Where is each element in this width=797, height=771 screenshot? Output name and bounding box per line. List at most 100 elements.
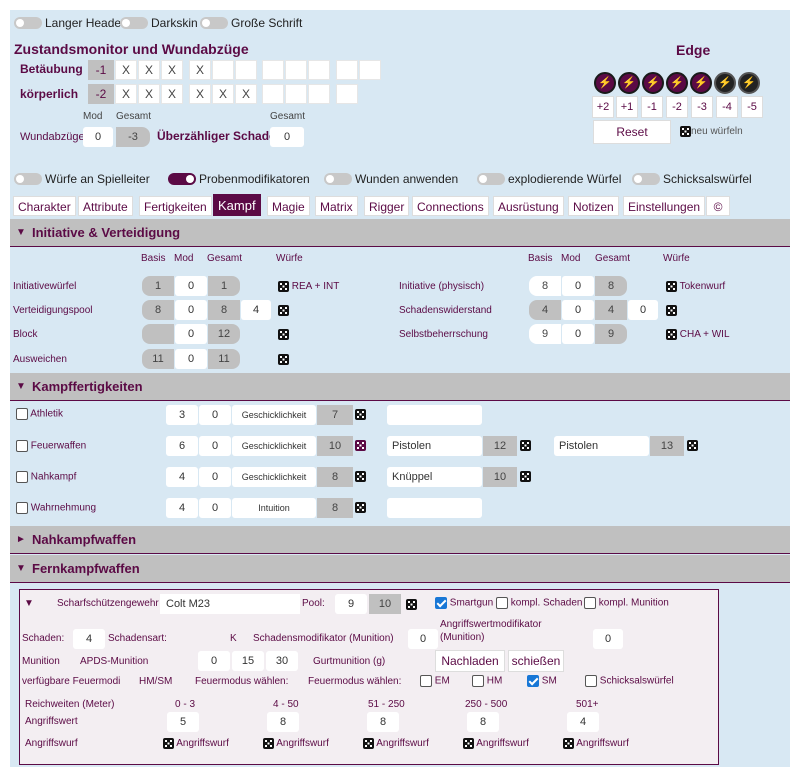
chevron-down-icon[interactable]: ▼	[24, 598, 34, 609]
phys-box[interactable]	[336, 84, 358, 104]
toggle-switch[interactable]	[120, 17, 148, 29]
tab-magie[interactable]: Magie	[267, 196, 310, 216]
stun-box[interactable]	[285, 60, 307, 80]
init-mod[interactable]: 0	[175, 276, 207, 296]
schiessen-button[interactable]: schießen	[508, 650, 564, 672]
block-roll[interactable]	[278, 329, 289, 340]
skill-roll[interactable]	[355, 502, 366, 513]
edge-minus4-button[interactable]: -4	[716, 96, 738, 118]
skill-checkbox[interactable]	[16, 502, 28, 514]
phys-box[interactable]: X	[212, 84, 234, 104]
skill-wahrnehmung[interactable]: Wahrnehmung	[16, 502, 96, 514]
edge-point[interactable]: ⚡	[618, 72, 640, 94]
skill-roll[interactable]	[355, 440, 366, 451]
skill-mod[interactable]: 0	[199, 498, 231, 518]
skill-basis[interactable]: 4	[166, 498, 198, 518]
edge-point[interactable]: ⚡	[594, 72, 616, 94]
tab-kampf[interactable]: Kampf	[213, 194, 261, 216]
stun-box[interactable]: X	[161, 60, 183, 80]
checkbox[interactable]	[420, 675, 432, 687]
phys-box[interactable]	[308, 84, 330, 104]
wundabzuege-mod[interactable]: 0	[83, 127, 113, 147]
toggle-switch[interactable]	[168, 173, 196, 185]
skill-mod[interactable]: 0	[199, 436, 231, 456]
edge-plus1-button[interactable]: +1	[616, 96, 638, 118]
skill-athletik[interactable]: Athletik	[16, 408, 63, 420]
stun-box[interactable]: X	[189, 60, 211, 80]
neu-wuerfeln-button[interactable]: neu würfeln	[680, 126, 743, 137]
schadenswiderstand-roll[interactable]	[666, 305, 677, 316]
munition-capacity[interactable]: 15	[232, 651, 264, 671]
tab-fertigkeiten[interactable]: Fertigkeiten	[139, 196, 212, 216]
phys-box[interactable]: X	[138, 84, 160, 104]
checkbox[interactable]	[584, 597, 596, 609]
angriffswurf-button[interactable]: Angriffswurf	[163, 738, 229, 749]
toggle-switch[interactable]	[14, 17, 42, 29]
skill-basis[interactable]: 4	[166, 467, 198, 487]
section-kampffertigkeiten[interactable]: ▼ Kampffertigkeiten	[10, 373, 790, 401]
schadenswiderstand-mod[interactable]: 0	[562, 300, 594, 320]
skill-roll[interactable]	[355, 409, 366, 420]
sm-checkbox[interactable]: SM	[527, 675, 557, 687]
angriffswurf-button[interactable]: Angriffswurf	[263, 738, 329, 749]
toggle-switch[interactable]	[477, 173, 505, 185]
edge-plus2-button[interactable]: +2	[592, 96, 614, 118]
kompl-schaden-checkbox[interactable]: kompl. Schaden	[496, 597, 583, 609]
selbstbeherrschung-mod[interactable]: 0	[562, 324, 594, 344]
edge-point[interactable]: ⚡	[714, 72, 736, 94]
stun-box[interactable]	[235, 60, 257, 80]
schadensmod-input[interactable]: 0	[408, 629, 438, 649]
angriffswurf-button[interactable]: Angriffswurf	[363, 738, 429, 749]
toggle-wunden-anwenden[interactable]: Wunden anwenden	[324, 172, 458, 186]
tab-notizen[interactable]: Notizen	[568, 196, 619, 216]
phys-box[interactable]: X	[189, 84, 211, 104]
init-phys-mod[interactable]: 0	[562, 276, 594, 296]
schicksal-checkbox[interactable]: Schicksalswürfel	[585, 675, 674, 687]
verteidigung-extra[interactable]: 4	[241, 300, 271, 320]
stun-box[interactable]: X	[115, 60, 137, 80]
tab-matrix[interactable]: Matrix	[315, 196, 358, 216]
tab-attribute[interactable]: Attribute	[78, 196, 133, 216]
skill-nahkampf[interactable]: Nahkampf	[16, 471, 76, 483]
angriffswert-value[interactable]: 8	[367, 712, 399, 732]
edge-point[interactable]: ⚡	[666, 72, 688, 94]
stun-box[interactable]	[212, 60, 234, 80]
ausweichen-mod[interactable]: 0	[175, 349, 207, 369]
phys-box[interactable]	[285, 84, 307, 104]
phys-box[interactable]: X	[161, 84, 183, 104]
block-mod[interactable]: 0	[175, 324, 207, 344]
edge-minus1-button[interactable]: -1	[641, 96, 663, 118]
angriffsmod-input[interactable]: 0	[593, 629, 623, 649]
toggle-switch[interactable]	[14, 173, 42, 185]
toggle-schicksalswuerfel[interactable]: Schicksalswürfel	[632, 172, 752, 186]
toggle-wuerfe-spielleiter[interactable]: Würfe an Spielleiter	[14, 172, 150, 186]
angriffswert-value[interactable]: 4	[567, 712, 599, 732]
angriffswert-value[interactable]: 8	[467, 712, 499, 732]
angriffswert-value[interactable]: 5	[167, 712, 199, 732]
skill-checkbox[interactable]	[16, 440, 28, 452]
toggle-switch[interactable]	[632, 173, 660, 185]
stun-box[interactable]	[359, 60, 381, 80]
skill-checkbox[interactable]	[16, 471, 28, 483]
em-checkbox[interactable]: EM	[420, 675, 450, 687]
checkbox[interactable]	[496, 597, 508, 609]
tab-rigger[interactable]: Rigger	[364, 196, 410, 216]
stun-box[interactable]	[308, 60, 330, 80]
schaden-input[interactable]: 4	[73, 629, 105, 649]
angriffswurf-button[interactable]: Angriffswurf	[463, 738, 529, 749]
schadenswiderstand-extra[interactable]: 0	[628, 300, 658, 320]
tab-einstellungen[interactable]: Einstellungen	[623, 196, 706, 216]
skill-mod[interactable]: 0	[199, 467, 231, 487]
munition-reserve[interactable]: 30	[266, 651, 298, 671]
specialization-input[interactable]: Pistolen	[554, 436, 649, 456]
edge-minus3-button[interactable]: -3	[691, 96, 713, 118]
skill-roll[interactable]	[355, 471, 366, 482]
tab-copyright[interactable]: ©	[706, 196, 730, 216]
section-nahkampfwaffen[interactable]: ► Nahkampfwaffen	[10, 526, 790, 554]
toggle-langer-header[interactable]: Langer Header	[14, 16, 125, 30]
weapon-name-input[interactable]: Colt M23	[160, 594, 300, 614]
skill-feuerwaffen[interactable]: Feuerwaffen	[16, 440, 86, 452]
specialization-input[interactable]: Pistolen	[387, 436, 482, 456]
hm-checkbox[interactable]: HM	[472, 675, 502, 687]
checkbox[interactable]	[472, 675, 484, 687]
